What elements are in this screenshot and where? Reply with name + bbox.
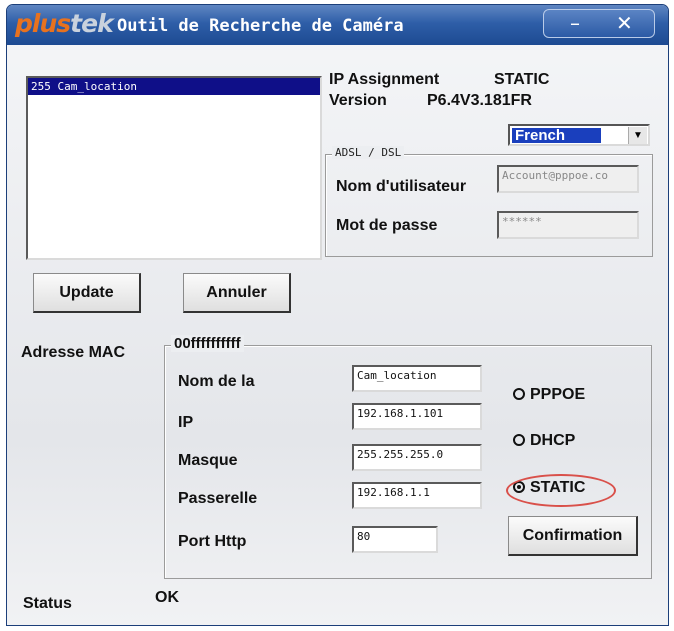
gateway-field[interactable]: 192.168.1.1 bbox=[352, 482, 482, 509]
adsl-group-title: ADSL / DSL bbox=[332, 146, 405, 159]
static-highlight-ring bbox=[506, 474, 616, 507]
radio-pppoe-indicator[interactable] bbox=[513, 388, 525, 400]
status-label: Status bbox=[23, 595, 72, 612]
window-controls: – ✕ bbox=[543, 9, 655, 38]
language-select[interactable]: French ▼ bbox=[508, 124, 650, 146]
password-field[interactable]: ****** bbox=[497, 211, 639, 239]
password-label: Mot de passe bbox=[336, 217, 438, 234]
mask-label: Masque bbox=[178, 452, 238, 469]
ip-assignment-value: STATIC bbox=[494, 71, 550, 88]
mac-address-label: Adresse MAC bbox=[21, 344, 126, 361]
port-field[interactable]: 80 bbox=[352, 526, 438, 553]
window-title: Outil de Recherche de Caméra bbox=[117, 16, 404, 36]
radio-pppoe[interactable]: PPPOE bbox=[513, 386, 585, 404]
username-label: Nom d'utilisateur bbox=[336, 178, 467, 195]
name-label: Nom de la bbox=[178, 373, 255, 390]
chevron-down-icon[interactable]: ▼ bbox=[628, 127, 647, 144]
version-value: P6.4V3.181FR bbox=[427, 92, 532, 109]
ip-label: IP bbox=[178, 414, 194, 431]
camera-list-item[interactable]: 255 Cam_location bbox=[28, 78, 320, 95]
cancel-button[interactable]: Annuler bbox=[183, 273, 291, 313]
plustek-logo: plustek bbox=[15, 9, 114, 38]
username-field[interactable]: Account@pppoe.co bbox=[497, 165, 639, 193]
title-bar: plustek Outil de Recherche de Caméra – ✕ bbox=[7, 5, 668, 45]
language-selected: French bbox=[512, 128, 601, 143]
radio-dhcp-indicator[interactable] bbox=[513, 434, 525, 446]
ip-assignment-label: IP Assignment bbox=[329, 71, 440, 88]
minimize-icon[interactable]: – bbox=[570, 11, 580, 35]
status-value: OK bbox=[155, 589, 179, 606]
close-icon[interactable]: ✕ bbox=[616, 11, 633, 35]
update-button[interactable]: Update bbox=[33, 273, 141, 313]
ip-field[interactable]: 192.168.1.101 bbox=[352, 403, 482, 430]
radio-dhcp-label: DHCP bbox=[530, 432, 576, 449]
confirm-button[interactable]: Confirmation bbox=[508, 516, 638, 556]
name-field[interactable]: Cam_location bbox=[352, 365, 482, 392]
port-label: Port Http bbox=[178, 533, 247, 550]
radio-pppoe-label: PPPOE bbox=[530, 386, 586, 403]
camera-list[interactable]: 255 Cam_location bbox=[26, 76, 322, 260]
radio-dhcp[interactable]: DHCP bbox=[513, 432, 575, 450]
logo-tek: tek bbox=[70, 9, 114, 38]
logo-plus: plus bbox=[15, 9, 71, 38]
mask-field[interactable]: 255.255.255.0 bbox=[352, 444, 482, 471]
gateway-label: Passerelle bbox=[178, 490, 258, 507]
camera-finder-window: plustek Outil de Recherche de Caméra – ✕… bbox=[6, 4, 669, 626]
mac-address-value: 00ffffffffff bbox=[171, 335, 244, 352]
version-label: Version bbox=[329, 92, 387, 109]
